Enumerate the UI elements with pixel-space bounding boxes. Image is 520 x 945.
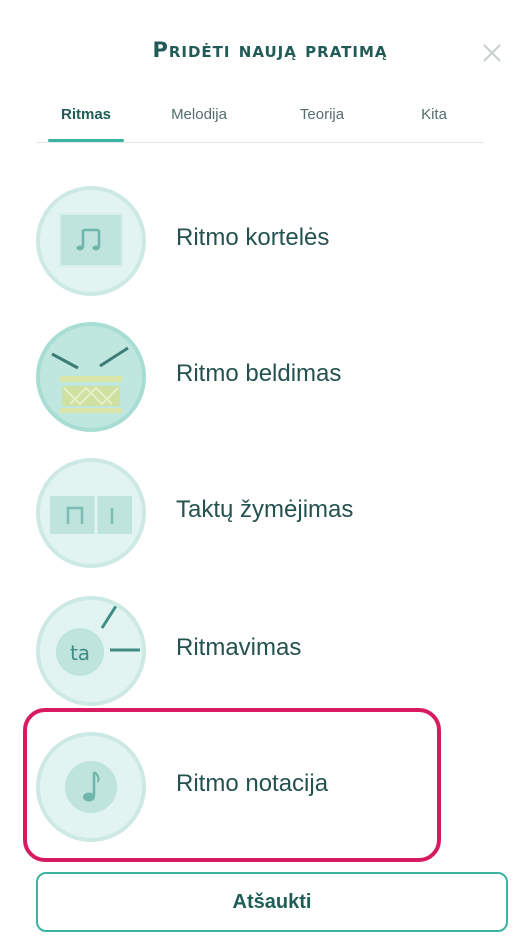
- tab-kita[interactable]: Kita: [394, 100, 474, 140]
- cancel-button[interactable]: Atšaukti: [36, 872, 508, 932]
- exercise-item-taktu-zymejimas[interactable]: Taktų žymėjimas: [34, 458, 454, 574]
- exercise-label: Ritmo kortelės: [176, 224, 330, 251]
- drum-icon: [51, 346, 129, 413]
- exercise-icon-circle: [36, 458, 146, 568]
- tab-label: Teorija: [299, 106, 345, 123]
- dialog-title: Pridėti naują pratimą: [152, 38, 388, 62]
- music-note-icon: [65, 761, 117, 813]
- tab-label: Melodija: [171, 106, 227, 123]
- exercise-label: Ritmo beldimas: [176, 360, 342, 387]
- exercise-label: Ritmavimas: [176, 634, 302, 661]
- exercise-icon-circle: [36, 732, 146, 842]
- add-exercise-dialog: Pridėti naują pratimą Ritmas Melodija Te…: [0, 0, 520, 945]
- tab-melodija[interactable]: Melodija: [144, 100, 254, 140]
- tab-bar: Ritmas Melodija Teorija Kita: [36, 100, 484, 143]
- rhythm-card-icon: [59, 213, 123, 267]
- exercise-icon-circle: ta: [36, 596, 146, 706]
- exercise-icon-circle: [36, 186, 146, 296]
- tab-teorija[interactable]: Teorija: [272, 100, 372, 140]
- exercise-label: Taktų žymėjimas: [176, 496, 354, 523]
- tab-ritmas[interactable]: Ritmas: [36, 100, 136, 142]
- ta-icon: ta: [56, 605, 140, 676]
- dialog-header: Pridėti naują pratimą: [0, 30, 520, 90]
- close-icon: [483, 44, 501, 62]
- svg-text:ta: ta: [70, 641, 90, 665]
- close-button[interactable]: [475, 36, 509, 70]
- tab-label: Kita: [421, 106, 447, 123]
- bar-lines-icon: [50, 496, 132, 534]
- exercise-label: Ritmo notacija: [176, 770, 329, 797]
- exercise-item-ritmavimas[interactable]: ta Ritmavimas: [34, 596, 454, 712]
- exercise-icon-circle: [36, 322, 146, 432]
- active-tab-indicator: [48, 139, 124, 142]
- tab-label: Ritmas: [60, 106, 112, 123]
- exercise-item-ritmo-beldimas[interactable]: Ritmo beldimas: [34, 322, 454, 438]
- exercise-item-ritmo-korteles[interactable]: Ritmo kortelės: [34, 186, 454, 302]
- exercise-item-ritmo-notacija[interactable]: Ritmo notacija: [34, 732, 454, 848]
